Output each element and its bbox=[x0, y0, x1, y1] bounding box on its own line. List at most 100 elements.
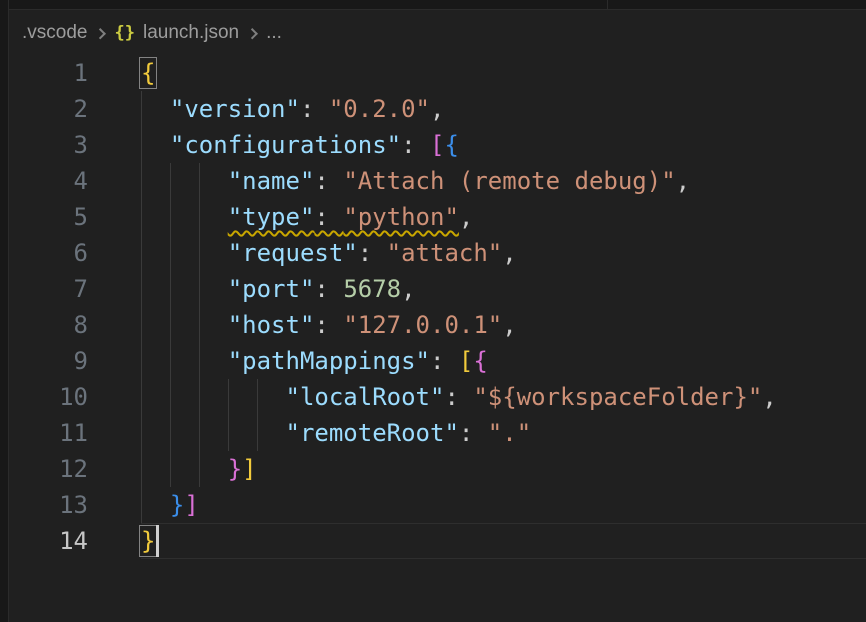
chevron-right-icon bbox=[247, 28, 258, 39]
code-token bbox=[141, 239, 228, 267]
code-token: , bbox=[502, 239, 516, 267]
code-editor[interactable]: 1{2 "version": "0.2.0",3 "configurations… bbox=[9, 55, 866, 622]
code-content: }] bbox=[88, 487, 199, 523]
line-number[interactable]: 13 bbox=[9, 487, 88, 523]
code-line[interactable]: 7 "port": 5678, bbox=[9, 271, 866, 307]
code-content: } bbox=[88, 523, 155, 559]
code-token: "localRoot" bbox=[286, 383, 445, 411]
code-token: , bbox=[502, 311, 516, 339]
line-number[interactable]: 5 bbox=[9, 199, 88, 235]
code-content: "pathMappings": [{ bbox=[88, 343, 488, 379]
line-number[interactable]: 1 bbox=[9, 55, 88, 91]
code-line[interactable]: 14} bbox=[9, 523, 866, 559]
code-token: } bbox=[141, 527, 155, 555]
code-token bbox=[141, 311, 228, 339]
code-content: "version": "0.2.0", bbox=[88, 91, 444, 127]
code-content: }] bbox=[88, 451, 257, 487]
code-line[interactable]: 9 "pathMappings": [{ bbox=[9, 343, 866, 379]
breadcrumb: .vscode {} launch.json ... bbox=[9, 11, 866, 55]
window-left-edge bbox=[0, 0, 9, 622]
line-number[interactable]: 11 bbox=[9, 415, 88, 451]
code-line[interactable]: 12 }] bbox=[9, 451, 866, 487]
line-number[interactable]: 9 bbox=[9, 343, 88, 379]
code-token: : bbox=[358, 239, 387, 267]
code-token: , bbox=[676, 167, 690, 195]
line-number[interactable]: 4 bbox=[9, 163, 88, 199]
code-token: { bbox=[473, 347, 487, 375]
code-line[interactable]: 2 "version": "0.2.0", bbox=[9, 91, 866, 127]
code-line[interactable]: 5 "type": "python", bbox=[9, 199, 866, 235]
code-token bbox=[141, 455, 228, 483]
code-token: "configurations" bbox=[170, 131, 401, 159]
code-token bbox=[141, 383, 286, 411]
code-token: "remoteRoot" bbox=[286, 419, 459, 447]
code-line[interactable]: 1{ bbox=[9, 55, 866, 91]
code-line[interactable]: 6 "request": "attach", bbox=[9, 235, 866, 271]
code-token: "type" bbox=[228, 203, 315, 231]
code-content: "type": "python", bbox=[88, 199, 473, 235]
line-number[interactable]: 10 bbox=[9, 379, 88, 415]
code-token: , bbox=[459, 203, 473, 231]
code-token: ] bbox=[184, 491, 198, 519]
line-number[interactable]: 6 bbox=[9, 235, 88, 271]
code-content: "port": 5678, bbox=[88, 271, 416, 307]
code-line[interactable]: 13 }] bbox=[9, 487, 866, 523]
code-token: } bbox=[170, 491, 184, 519]
code-token: } bbox=[228, 455, 242, 483]
code-token bbox=[141, 95, 170, 123]
code-rows: 1{2 "version": "0.2.0",3 "configurations… bbox=[9, 55, 866, 559]
code-token: , bbox=[762, 383, 776, 411]
code-token: { bbox=[141, 59, 155, 87]
code-token: : bbox=[459, 419, 488, 447]
code-token: : bbox=[314, 167, 343, 195]
line-number[interactable]: 3 bbox=[9, 127, 88, 163]
code-line[interactable]: 11 "remoteRoot": "." bbox=[9, 415, 866, 451]
breadcrumb-file[interactable]: launch.json bbox=[143, 22, 239, 44]
code-content: "remoteRoot": "." bbox=[88, 415, 531, 451]
code-token: "127.0.0.1" bbox=[343, 311, 502, 339]
code-token bbox=[141, 167, 228, 195]
json-file-icon: {} bbox=[114, 23, 134, 43]
breadcrumb-folder[interactable]: .vscode bbox=[22, 22, 87, 44]
code-token bbox=[141, 275, 228, 303]
code-token bbox=[141, 491, 170, 519]
code-content: "configurations": [{ bbox=[88, 127, 459, 163]
code-content: "host": "127.0.0.1", bbox=[88, 307, 517, 343]
code-token: "version" bbox=[170, 95, 300, 123]
code-token: : bbox=[300, 95, 329, 123]
code-token: "Attach (remote debug)" bbox=[343, 167, 675, 195]
code-token: "python" bbox=[343, 203, 459, 231]
text-cursor bbox=[156, 525, 159, 557]
code-line[interactable]: 8 "host": "127.0.0.1", bbox=[9, 307, 866, 343]
code-line[interactable]: 10 "localRoot": "${workspaceFolder}", bbox=[9, 379, 866, 415]
code-token: { bbox=[444, 131, 458, 159]
code-token bbox=[141, 419, 286, 447]
code-token: : bbox=[430, 347, 459, 375]
code-token: "attach" bbox=[387, 239, 503, 267]
code-content: { bbox=[88, 55, 155, 91]
vscode-window: { "breadcrumb": { "items": [ { "label": … bbox=[0, 0, 866, 622]
code-token bbox=[141, 131, 170, 159]
code-line[interactable]: 3 "configurations": [{ bbox=[9, 127, 866, 163]
code-line[interactable]: 4 "name": "Attach (remote debug)", bbox=[9, 163, 866, 199]
code-token: : bbox=[314, 203, 343, 231]
code-content: "name": "Attach (remote debug)", bbox=[88, 163, 690, 199]
code-token: [ bbox=[430, 131, 444, 159]
code-token bbox=[141, 203, 228, 231]
line-number[interactable]: 7 bbox=[9, 271, 88, 307]
line-number[interactable]: 8 bbox=[9, 307, 88, 343]
tab-bar-bottom-edge bbox=[9, 0, 866, 10]
code-token: "request" bbox=[228, 239, 358, 267]
line-number[interactable]: 2 bbox=[9, 91, 88, 127]
code-token: "port" bbox=[228, 275, 315, 303]
code-token: "pathMappings" bbox=[228, 347, 430, 375]
line-number[interactable]: 12 bbox=[9, 451, 88, 487]
code-token: "name" bbox=[228, 167, 315, 195]
code-token: , bbox=[401, 275, 415, 303]
code-token: : bbox=[314, 311, 343, 339]
line-number[interactable]: 14 bbox=[9, 523, 88, 559]
code-content: "localRoot": "${workspaceFolder}", bbox=[88, 379, 777, 415]
code-token: ] bbox=[242, 455, 256, 483]
breadcrumb-symbol[interactable]: ... bbox=[266, 22, 282, 44]
code-token: 5678 bbox=[343, 275, 401, 303]
